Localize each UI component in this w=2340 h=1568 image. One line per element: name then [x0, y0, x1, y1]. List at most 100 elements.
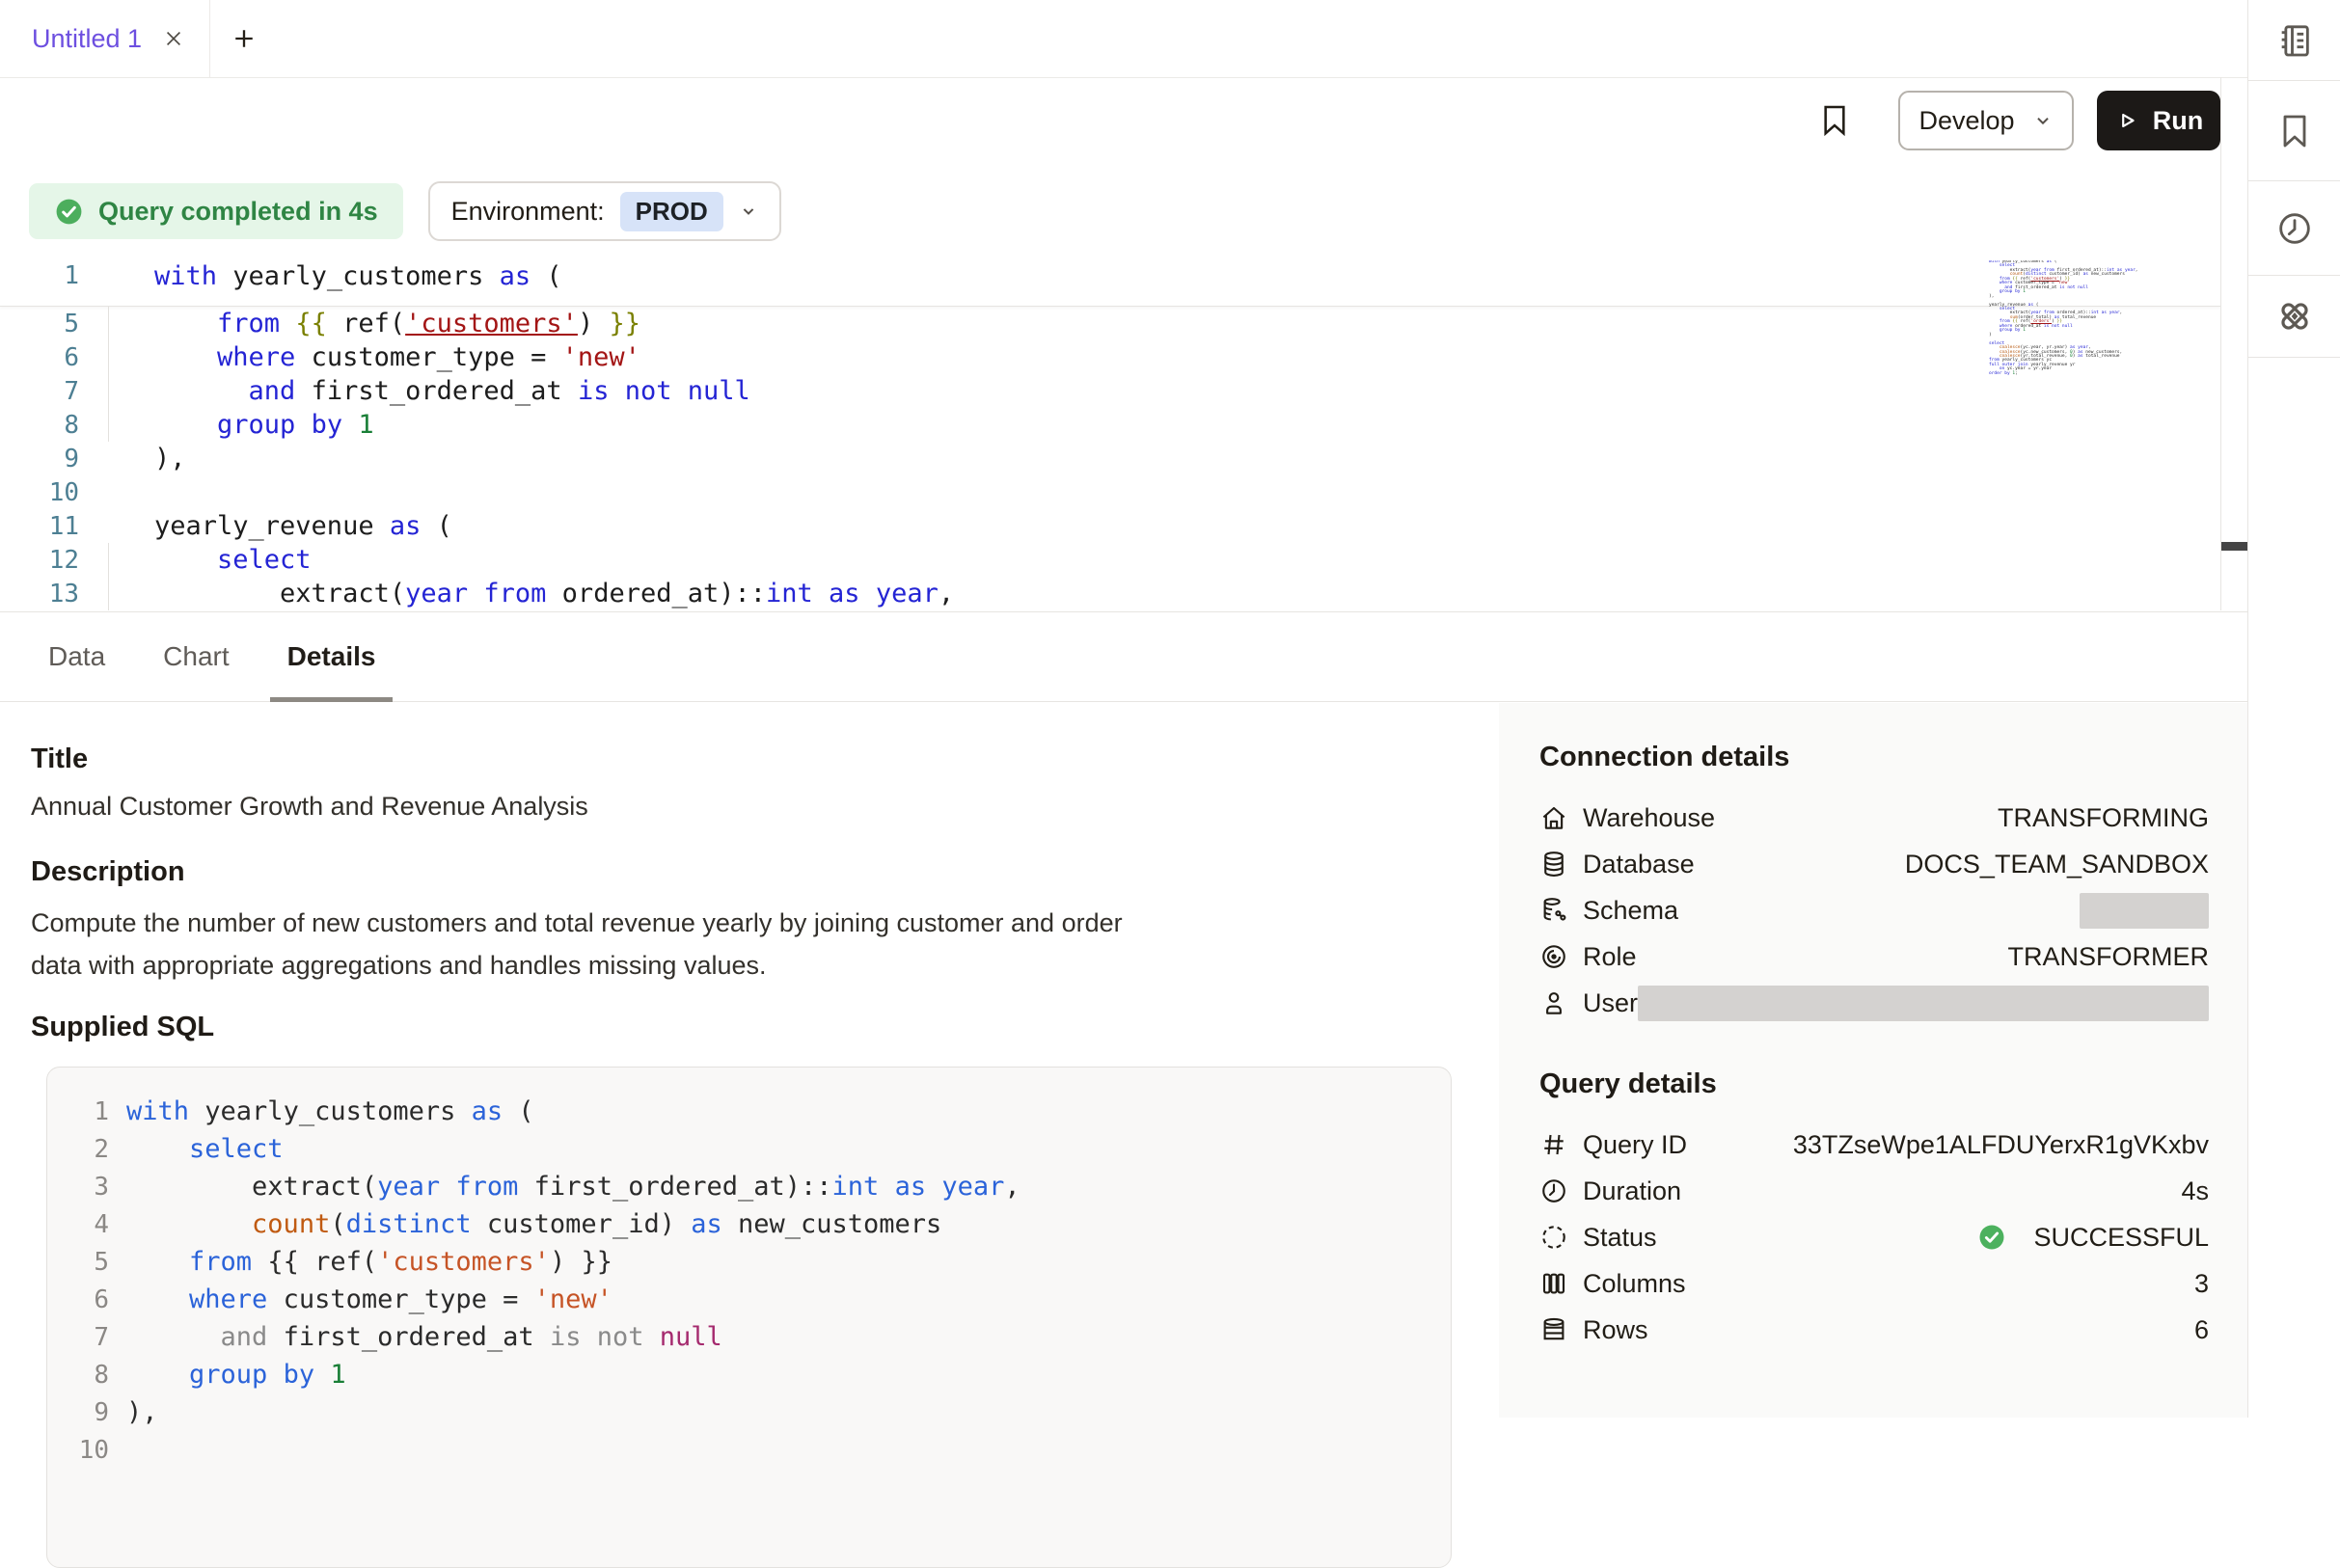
sql-editor[interactable]: 1with yearly_customers as (5 from {{ ref… [0, 246, 2220, 610]
detail-row-query-id: Query ID33TZseWpe1ALFDUYerxR1gVKxbv [1539, 1122, 2209, 1168]
code-text: extract(year from ordered_at)::int as ye… [79, 579, 954, 608]
details-side-panel: Connection details WarehouseTRANSFORMING… [1499, 703, 2247, 1418]
detail-row-status: StatusSUCCESSFUL [1539, 1214, 2209, 1260]
code-text: extract(year from first_ordered_at)::int… [109, 1172, 1020, 1202]
editor-line[interactable]: 10 [0, 475, 2220, 509]
editor-minimap[interactable]: with yearly_customers as ( select extrac… [1989, 260, 2153, 384]
line-number: 6 [61, 1285, 109, 1314]
editor-line[interactable]: 6 where customer_type = 'new' [0, 340, 2220, 374]
code-text: with yearly_customers as ( [109, 1096, 534, 1126]
editor-line[interactable]: 12 select [0, 543, 2220, 577]
indent-guide [108, 374, 109, 408]
connection-details-rows: Warehouse TRANSFORMING Database DOCS_TEAM_S… [1539, 795, 2209, 1026]
main-area: Untitled 1 Develop Run [0, 0, 2247, 1418]
editor-line[interactable]: 7 and first_ordered_at is not null [0, 374, 2220, 408]
detail-value: TRANSFORMER [2008, 942, 2210, 972]
editor-sticky-line[interactable]: 1with yearly_customers as ( [0, 246, 2220, 307]
detail-label: Warehouse [1583, 803, 1715, 833]
editor-line[interactable]: 11yearly_revenue as ( [0, 509, 2220, 543]
detail-label: Database [1583, 850, 1695, 879]
editor-line[interactable]: 5 from {{ ref('customers') }} [0, 307, 2220, 340]
tab-data[interactable]: Data [46, 611, 107, 702]
editor-line[interactable]: 9), [0, 442, 2220, 475]
supplied-sql-line: 5 from {{ ref('customers') }} [61, 1243, 1451, 1281]
line-number: 11 [0, 512, 79, 541]
warehouse-icon [1539, 803, 1568, 832]
history-icon [2275, 209, 2314, 248]
line-number: 10 [61, 1436, 109, 1465]
detail-value: SUCCESSFUL [1977, 1223, 2209, 1253]
chevron-down-icon [739, 202, 758, 221]
lineage-icon [2275, 297, 2314, 336]
query-status-text: Query completed in 4s [98, 197, 378, 227]
detail-row-rows: Rows 6 [1539, 1307, 2209, 1353]
code-text: count(distinct customer_id) as new_custo… [109, 1209, 941, 1239]
sidebar-button-bookmark[interactable] [2248, 81, 2340, 181]
develop-button[interactable]: Develop [1898, 91, 2074, 150]
run-button[interactable]: Run [2097, 91, 2220, 150]
close-icon[interactable] [163, 28, 184, 49]
code-text: yearly_revenue as ( [79, 511, 452, 541]
supplied-sql-line: 1with yearly_customers as ( [61, 1093, 1451, 1130]
supplied-sql-line: 6 where customer_type = 'new' [61, 1281, 1451, 1318]
redacted-value-bar [2080, 893, 2209, 929]
panel-resize-handle[interactable] [2221, 542, 2247, 551]
right-icon-sidebar [2247, 0, 2340, 1418]
detail-value: DOCS_TEAM_SANDBOX [1905, 850, 2209, 879]
detail-label: Rows [1583, 1315, 1648, 1345]
detail-row-database: Database DOCS_TEAM_SANDBOX [1539, 841, 2209, 887]
environment-selector[interactable]: Environment: PROD [428, 181, 781, 241]
code-text: select [79, 545, 312, 575]
tab-details[interactable]: Details [286, 611, 378, 702]
editor-line[interactable]: 8 group by 1 [0, 408, 2220, 442]
line-number: 10 [0, 478, 79, 507]
sidebar-button-lineage[interactable] [2248, 276, 2340, 358]
supplied-sql-block: 1with yearly_customers as (2 select3 ext… [46, 1067, 1452, 1568]
code-text: from {{ ref('customers') }} [109, 1247, 612, 1277]
supplied-sql-line: 9), [61, 1393, 1451, 1431]
indent-guide [108, 543, 109, 577]
detail-value: TRANSFORMING [1998, 803, 2209, 833]
status-icon [1539, 1223, 1568, 1252]
line-number: 1 [0, 261, 79, 290]
supplied-sql-line: 4 count(distinct customer_id) as new_cus… [61, 1205, 1451, 1243]
detail-row-schema: Schema [1539, 887, 2209, 933]
detail-value [2080, 893, 2209, 929]
description-value: Compute the number of new customers and … [31, 902, 1155, 987]
detail-value: 6 [2194, 1315, 2209, 1345]
sidebar-button-history[interactable] [2248, 181, 2340, 276]
code-text: group by 1 [79, 410, 374, 440]
sidebar-button-notebook[interactable] [2248, 0, 2340, 81]
detail-value: 4s [2181, 1176, 2209, 1206]
file-tab-untitled-1[interactable]: Untitled 1 [0, 0, 210, 77]
tab-chart[interactable]: Chart [161, 611, 231, 702]
status-row: Query completed in 4s Environment: PROD [29, 181, 781, 241]
rows-icon [1539, 1315, 1568, 1344]
editor-right-divider [2220, 77, 2221, 610]
code-text: and first_ordered_at is not null [79, 376, 750, 406]
detail-label: Columns [1583, 1269, 1686, 1299]
query-details-rows: Query ID33TZseWpe1ALFDUYerxR1gVKxbvDurat… [1539, 1122, 2209, 1353]
code-text: ), [79, 444, 186, 473]
bookmark-icon[interactable] [1819, 103, 1850, 138]
columns-icon [1539, 1269, 1568, 1298]
schema-icon [1539, 896, 1568, 925]
detail-row-duration: Duration 4s [1539, 1168, 2209, 1214]
new-tab-plus-icon[interactable] [231, 25, 258, 52]
results-tab-bar: Data Chart Details [0, 611, 2247, 702]
editor-line[interactable]: 13 extract(year from ordered_at)::int as… [0, 577, 2220, 610]
title-heading: Title [31, 743, 1458, 775]
file-tab-label: Untitled 1 [32, 24, 142, 54]
detail-row-user: User [1539, 980, 2209, 1026]
duration-icon [1539, 1176, 1568, 1205]
supplied-sql-line: 3 extract(year from first_ordered_at)::i… [61, 1168, 1451, 1205]
query-status-badge: Query completed in 4s [29, 183, 403, 239]
detail-label: Duration [1583, 1176, 1681, 1206]
line-number: 7 [61, 1323, 109, 1352]
hash-icon [1539, 1130, 1568, 1159]
run-button-label: Run [2153, 106, 2203, 136]
supplied-sql-line: 2 select [61, 1130, 1451, 1168]
environment-value-pill: PROD [620, 192, 723, 231]
line-number: 6 [0, 343, 79, 372]
redacted-value-bar [1638, 986, 2209, 1021]
